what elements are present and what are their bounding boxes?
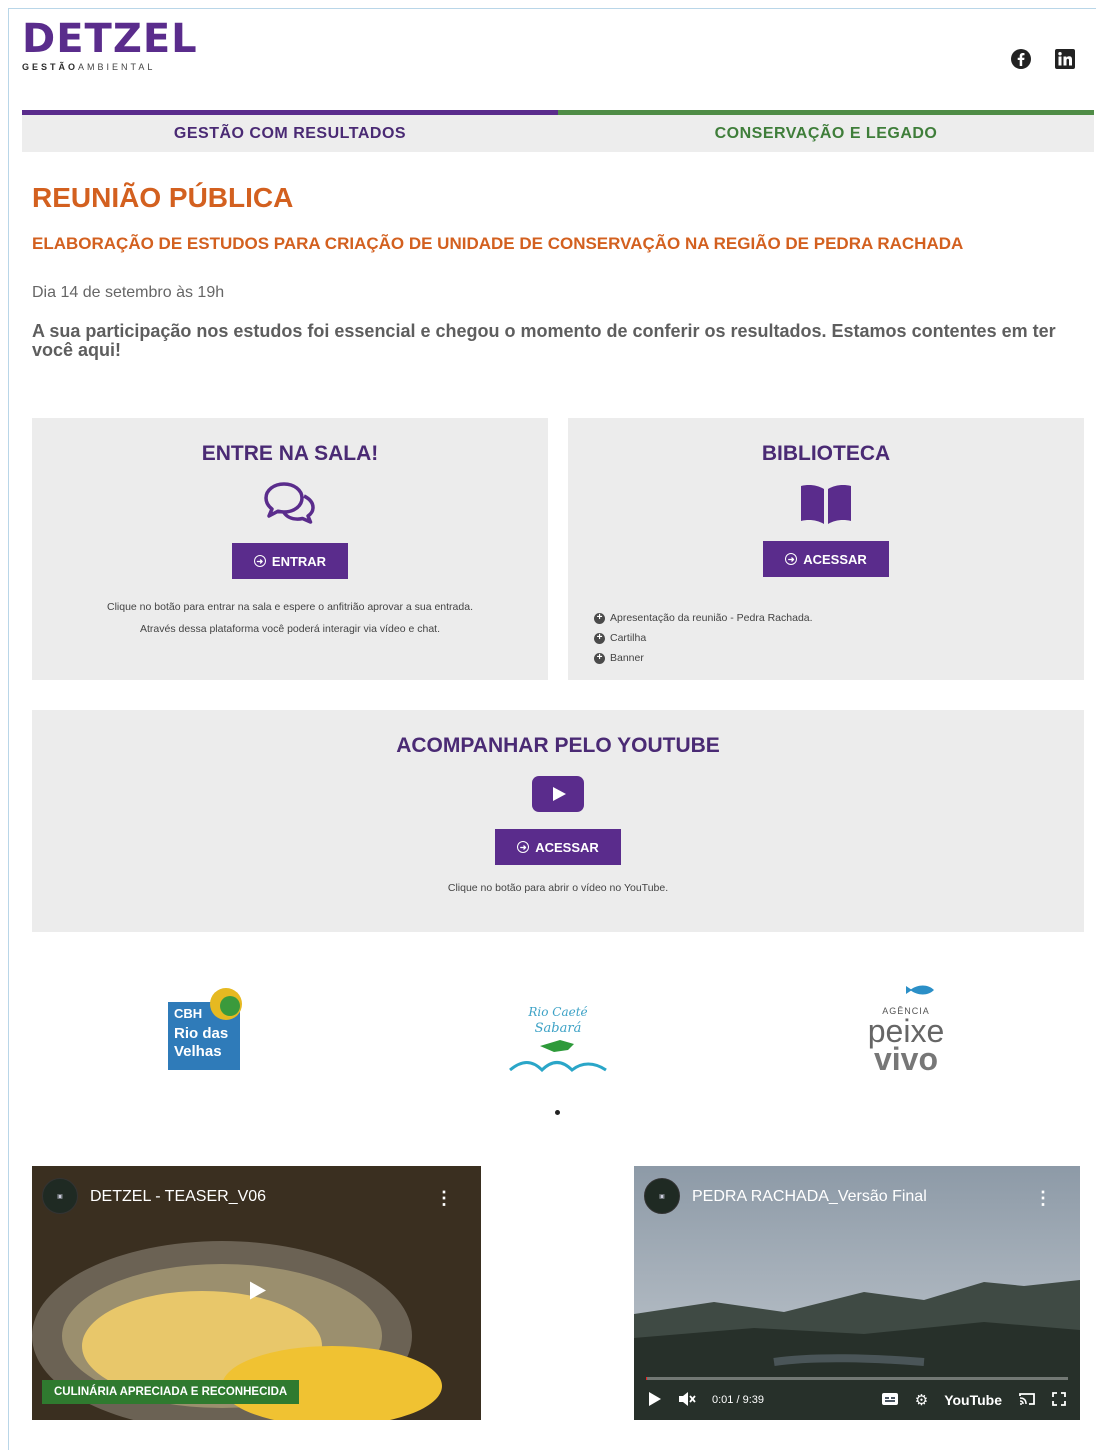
- detzel-logo[interactable]: DETZEL GESTÃOAMBIENTAL: [22, 18, 198, 72]
- youtube-play-icon: [32, 776, 1084, 817]
- logo-wordmark: DETZEL: [22, 16, 198, 62]
- facebook-icon[interactable]: [1010, 48, 1032, 70]
- play-icon[interactable]: [648, 1391, 662, 1410]
- linkedin-icon[interactable]: [1054, 48, 1076, 70]
- arrow-circle-icon: ➜: [517, 841, 530, 853]
- fullscreen-icon[interactable]: [1052, 1391, 1066, 1409]
- video-title: PEDRA RACHADA_Versão Final: [692, 1188, 927, 1205]
- video-player-pedra-rachada[interactable]: ▣ PEDRA RACHADA_Versão Final ⋮ 0:01 / 9:…: [634, 1166, 1080, 1420]
- youtube-card: ACOMPANHAR PELO YOUTUBE ➜ ACESSAR Clique …: [32, 710, 1084, 932]
- page-title: REUNIÃO PÚBLICA: [32, 182, 294, 213]
- event-date: Dia 14 de setembro às 19h: [32, 284, 225, 301]
- partner-logos: CBH Rio das Velhas Rio Caeté Sabará AGÊN…: [32, 980, 1084, 1090]
- youtube-access-button[interactable]: ➜ ACESSAR: [495, 829, 621, 865]
- enter-room-button[interactable]: ➜ ENTRAR: [231, 543, 349, 579]
- cast-icon[interactable]: [1018, 1392, 1036, 1409]
- peixe-label-3: vivo: [874, 1041, 938, 1077]
- intro-lead: A sua participação nos estudos foi essen…: [32, 321, 1056, 360]
- library-access-button[interactable]: ➜ ACESSAR: [763, 541, 889, 577]
- plus-circle-icon: +: [594, 612, 605, 624]
- agencia-peixe-vivo-logo[interactable]: AGÊNCIA peixe vivo: [850, 980, 962, 1089]
- video-player-teaser[interactable]: ▣ DETZEL - TEASER_V06 ⋮ CULINÁRIA APRECI…: [32, 1166, 481, 1420]
- social-links: [1010, 48, 1076, 70]
- video-controls: 0:01 / 9:39 ⚙ YouTube: [634, 1380, 1080, 1420]
- youtube-title: ACOMPANHAR PELO YOUTUBE: [396, 734, 720, 757]
- cbh-rio-das-velhas-logo[interactable]: CBH Rio das Velhas: [168, 984, 250, 1085]
- video-badge: CULINÁRIA APRECIADA E RECONHECIDA: [42, 1380, 300, 1404]
- library-list: + Apresentação da reunião - Pedra Rachada…: [594, 608, 813, 668]
- caete-label-2: Sabará: [535, 1021, 582, 1036]
- cbh-label-3: Velhas: [174, 1043, 222, 1060]
- arrow-circle-icon: ➜: [253, 555, 266, 567]
- library-card: BIBLIOTECA ➜ ACESSAR + Apresentação da reu…: [568, 418, 1084, 680]
- captions-icon[interactable]: [881, 1392, 899, 1409]
- logo-tagline: GESTÃOAMBIENTAL: [22, 62, 156, 72]
- nav-gestao-com-resultados[interactable]: GESTÃO COM RESULTADOS: [22, 110, 558, 152]
- room-card: ENTRE NA SALA! ➜ ENTRAR Clique no botão p…: [32, 418, 548, 680]
- video-title: DETZEL - TEASER_V06: [90, 1188, 267, 1205]
- youtube-logo[interactable]: YouTube: [944, 1392, 1002, 1408]
- play-icon[interactable]: [246, 1280, 268, 1307]
- library-item[interactable]: + Apresentação da reunião - Pedra Rachada…: [594, 608, 813, 628]
- more-vert-icon[interactable]: ⋮: [435, 1188, 453, 1209]
- page-subtitle: ELABORAÇÃO DE ESTUDOS PARA CRIAÇÃO DE UN…: [32, 234, 964, 253]
- cbh-label-2: Rio das: [174, 1025, 228, 1042]
- room-title: ENTRE NA SALA!: [201, 442, 379, 465]
- room-note-2: Através dessa plataforma você poderá int…: [140, 623, 440, 635]
- channel-avatar: ▣: [42, 1178, 78, 1214]
- chat-icon: [32, 480, 548, 531]
- settings-gear-icon[interactable]: ⚙: [915, 1391, 928, 1409]
- nav-conservacao-e-legado[interactable]: CONSERVAÇÃO E LEGADO: [558, 110, 1094, 152]
- library-item[interactable]: + Banner: [594, 648, 813, 668]
- rio-caete-sabara-logo[interactable]: Rio Caeté Sabará: [506, 982, 610, 1085]
- main-nav: GESTÃO COM RESULTADOS CONSERVAÇÃO E LEGA…: [22, 110, 1094, 152]
- library-item[interactable]: + Cartilha: [594, 628, 813, 648]
- plus-circle-icon: +: [594, 632, 605, 644]
- mute-icon[interactable]: [678, 1391, 696, 1410]
- video-time: 0:01 / 9:39: [712, 1394, 764, 1406]
- caete-label-1: Rio Caeté: [527, 1005, 587, 1019]
- cbh-label-1: CBH: [174, 1006, 202, 1021]
- plus-circle-icon: +: [594, 652, 605, 664]
- library-title: BIBLIOTECA: [761, 442, 891, 465]
- carousel-dot[interactable]: [555, 1110, 560, 1115]
- room-note-1: Clique no botão para entrar na sala e es…: [107, 601, 473, 613]
- channel-avatar: ▣: [644, 1178, 680, 1214]
- youtube-note: Clique no botão para abrir o vídeo no Yo…: [447, 882, 669, 894]
- book-icon: [568, 482, 1084, 531]
- more-vert-icon[interactable]: ⋮: [1034, 1188, 1052, 1209]
- arrow-circle-icon: ➜: [785, 553, 798, 565]
